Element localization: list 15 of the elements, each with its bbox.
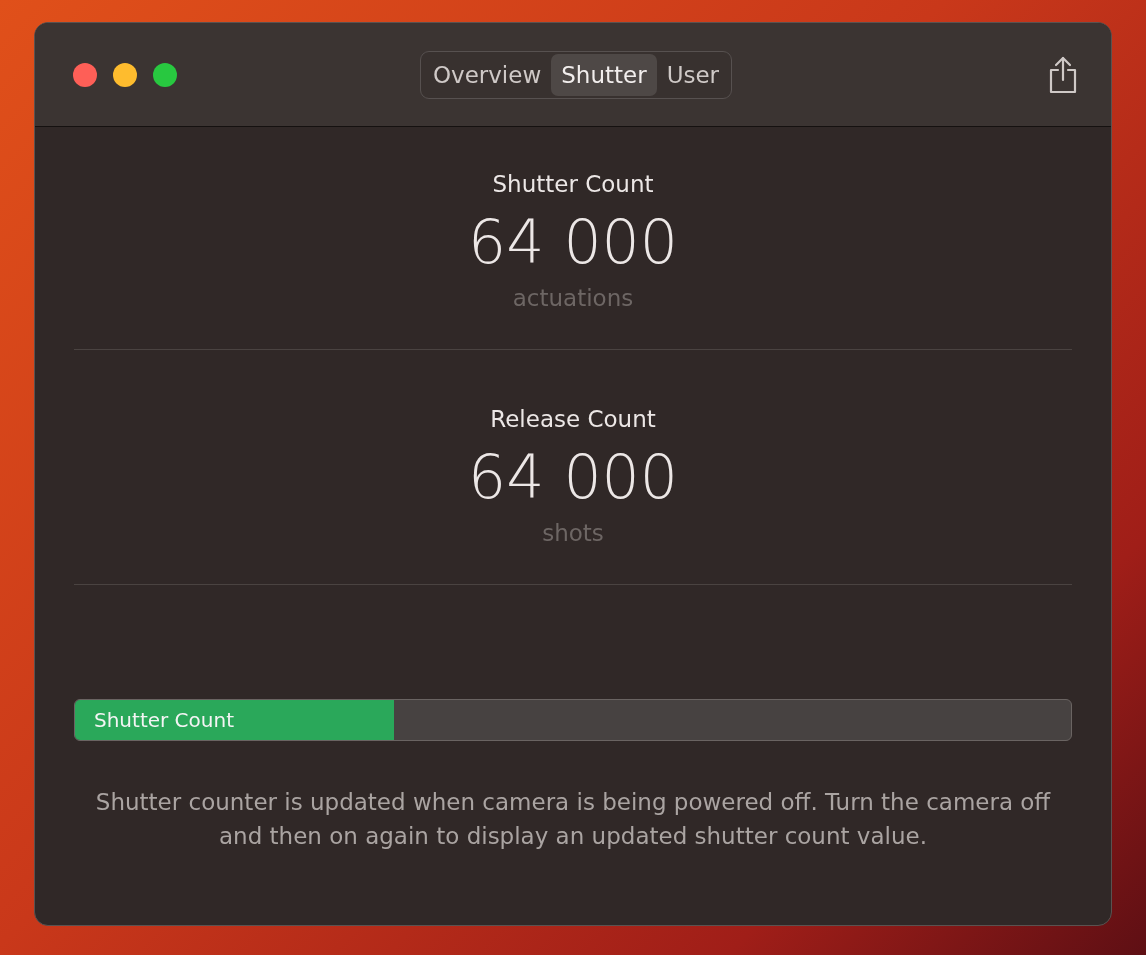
count-value: 64 000 bbox=[468, 207, 678, 277]
tab[interactable]: Shutter bbox=[551, 53, 657, 96]
count-unit: actuations bbox=[512, 285, 634, 311]
tab[interactable]: Overview bbox=[422, 53, 552, 96]
close-icon[interactable] bbox=[73, 62, 97, 87]
section-title: Release Count bbox=[490, 406, 656, 432]
count-value: 64 000 bbox=[468, 442, 678, 512]
count-unit: shots bbox=[542, 520, 604, 546]
tab[interactable]: User bbox=[656, 53, 730, 96]
zoom-icon[interactable] bbox=[153, 62, 177, 87]
section-title: Shutter Count bbox=[492, 171, 654, 197]
info-text: Shutter counter is updated when camera is being powered off. Turn the camera off and then on again to display an updated shutter count value. bbox=[94, 788, 1052, 851]
minimize-icon[interactable] bbox=[113, 62, 137, 87]
progress-label: Shutter Count bbox=[94, 708, 234, 732]
share-icon[interactable] bbox=[1047, 55, 1079, 94]
